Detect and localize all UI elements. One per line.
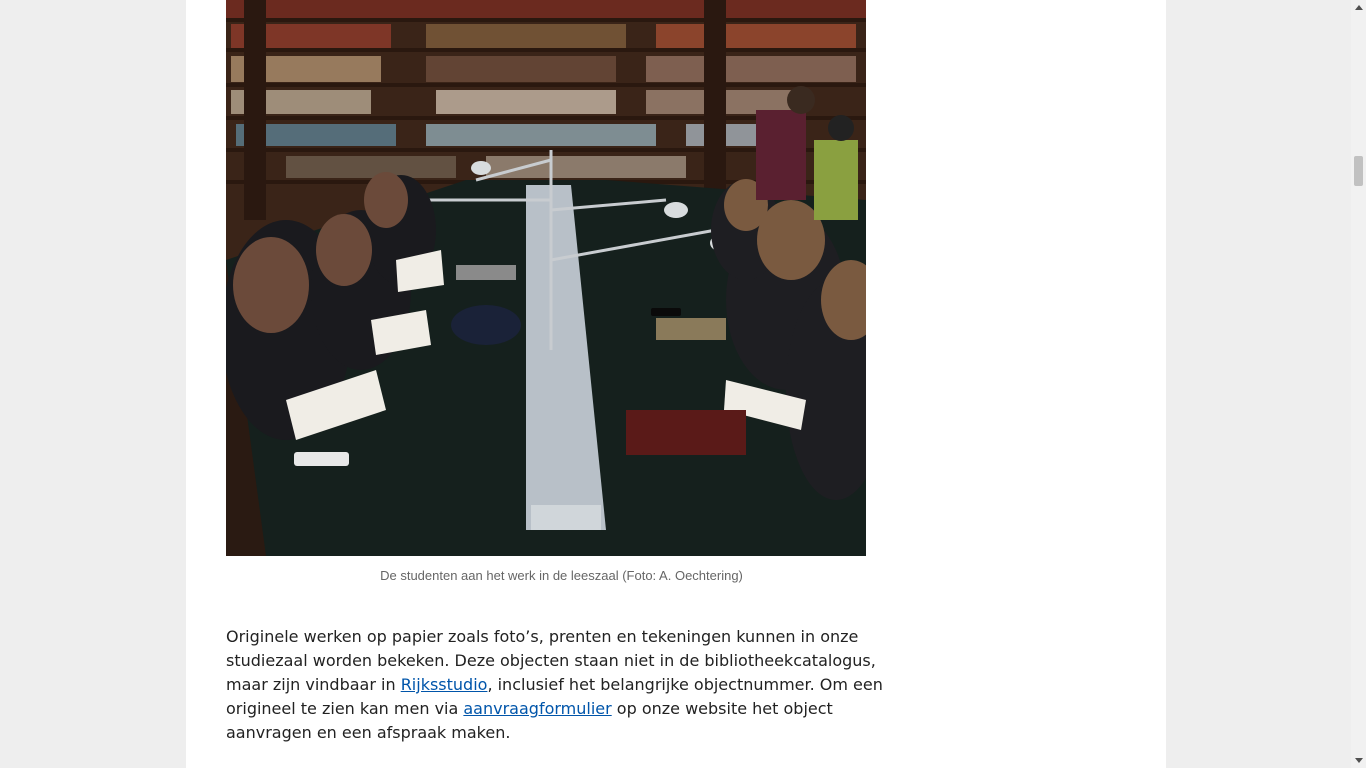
rijksstudio-link[interactable]: Rijksstudio [401, 675, 488, 694]
content-column: De studenten aan het werk in de leeszaal… [186, 0, 1166, 768]
photo-caption: De studenten aan het werk in de leeszaal… [380, 568, 743, 583]
scroll-up-button[interactable] [1351, 0, 1366, 15]
triangle-down-icon [1354, 758, 1363, 763]
vertical-scrollbar[interactable] [1351, 0, 1366, 768]
triangle-up-icon [1354, 5, 1363, 10]
reading-room-photo [226, 0, 866, 556]
article-paragraph: Originele werken op papier zoals foto’s,… [226, 625, 886, 745]
scroll-down-button[interactable] [1351, 753, 1366, 768]
aanvraagformulier-link[interactable]: aanvraagformulier [463, 699, 611, 718]
scrollbar-thumb[interactable] [1354, 156, 1363, 186]
